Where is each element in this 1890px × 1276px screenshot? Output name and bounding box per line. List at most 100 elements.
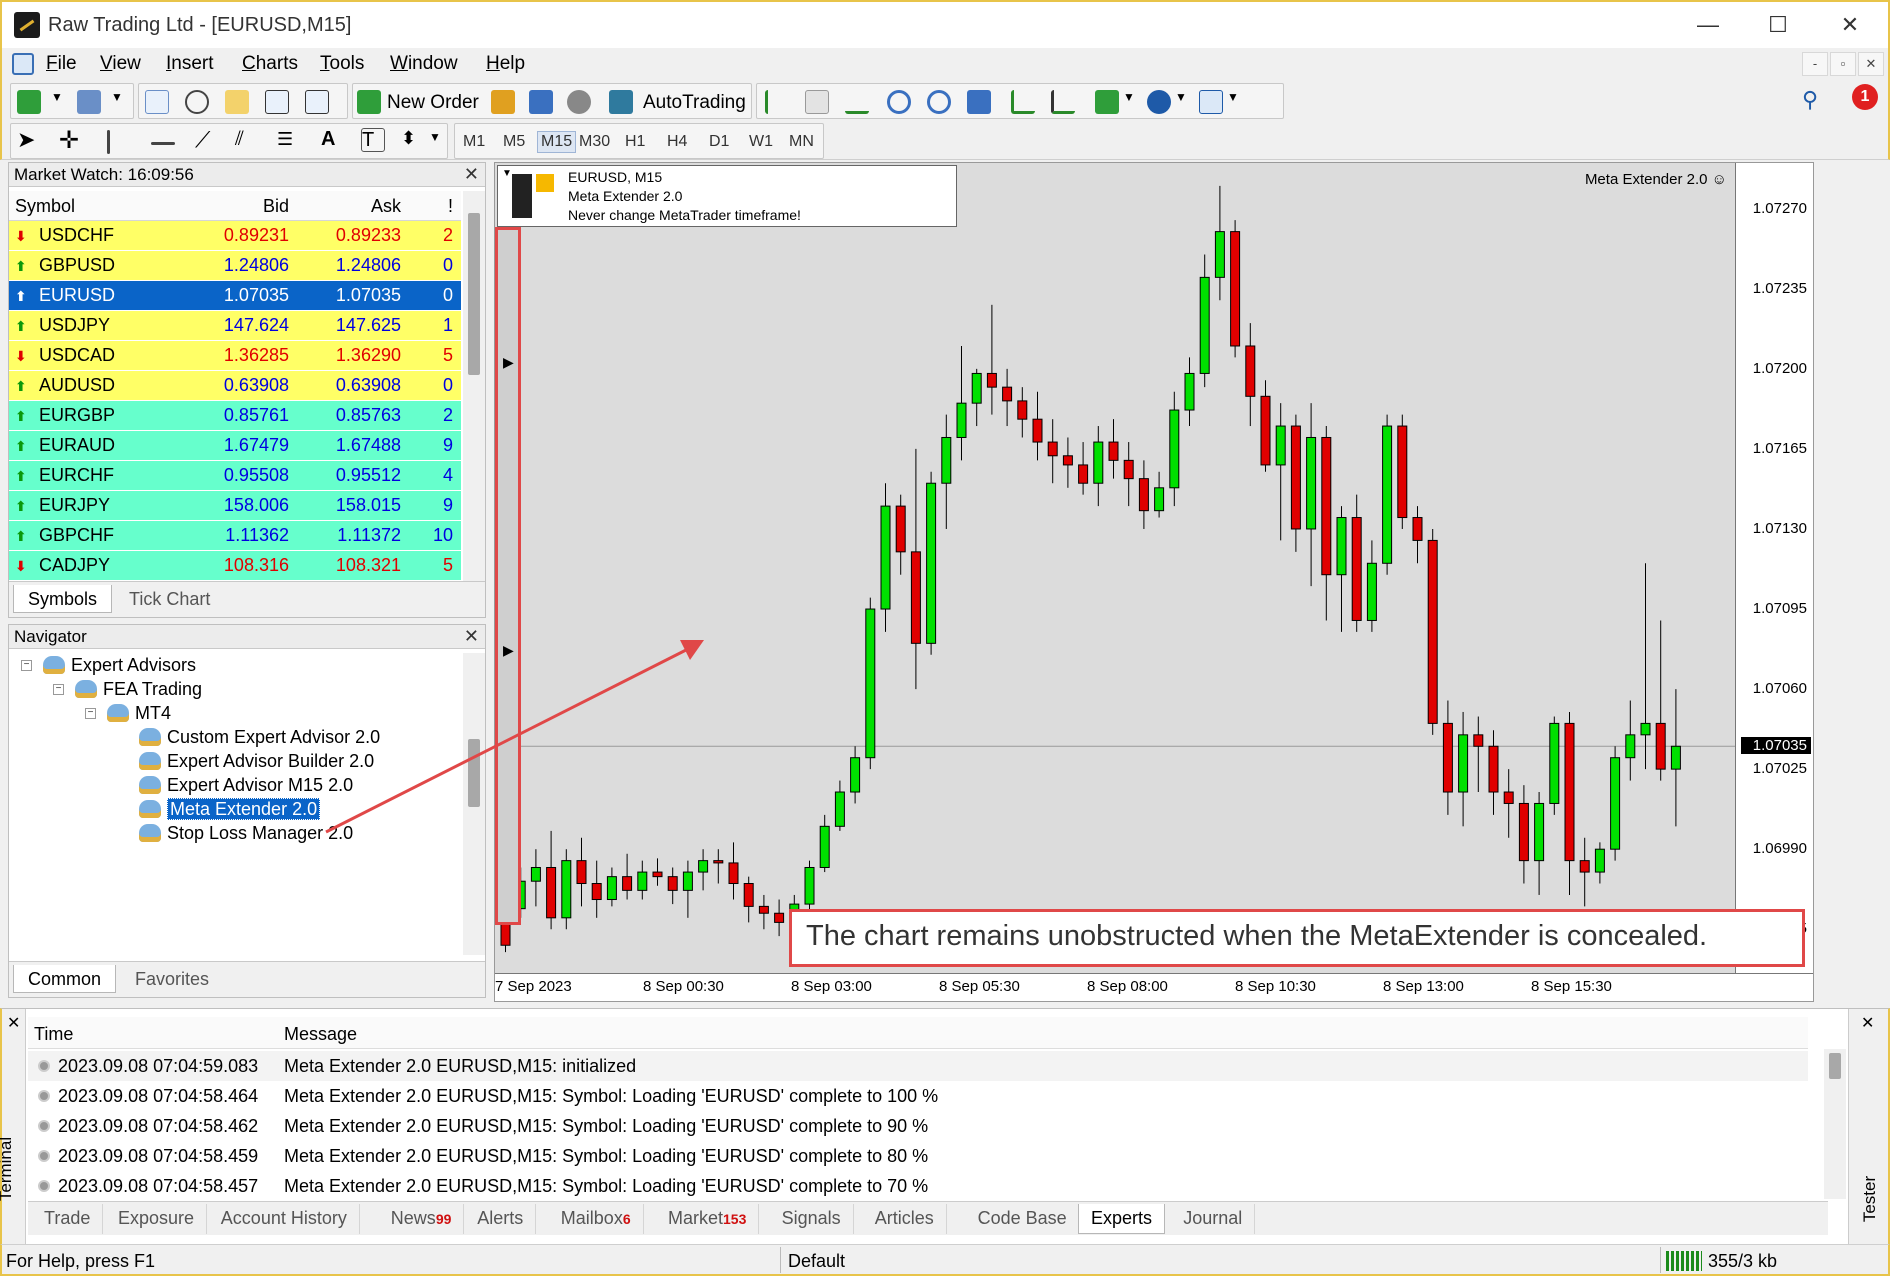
timeframe-mn[interactable]: MN	[789, 133, 814, 151]
log-row[interactable]: 2023.09.08 07:04:58.462 Meta Extender 2.0…	[28, 1111, 1808, 1141]
nav-item-expert-advisor-builder[interactable]: Expert Advisor Builder 2.0	[139, 751, 374, 772]
nav-item-expert-advisor-m15[interactable]: Expert Advisor M15 2.0	[139, 775, 353, 796]
chart-shift-icon[interactable]	[1051, 90, 1075, 114]
nav-item-stop-loss-manager[interactable]: Stop Loss Manager 2.0	[139, 823, 353, 844]
chat-icon[interactable]	[529, 90, 553, 114]
market-watch-row[interactable]: ⬆ EURGBP 0.85761 0.85763 2	[9, 401, 461, 431]
ea-info-box[interactable]: ▼ EURUSD, M15 Meta Extender 2.0 Never ch…	[497, 165, 957, 227]
status-profile[interactable]: Default	[788, 1251, 845, 1272]
tab-code-base[interactable]: Code Base	[966, 1204, 1080, 1234]
timeframe-m1[interactable]: M1	[463, 133, 485, 151]
tab-articles[interactable]: Articles	[863, 1204, 947, 1234]
expand-arrow-icon[interactable]: ▶	[503, 354, 514, 371]
zoom-out-icon[interactable]	[927, 90, 951, 114]
scrollbar-thumb[interactable]	[1829, 1053, 1841, 1079]
autotrading-button[interactable]: AutoTrading	[643, 92, 746, 114]
templates-icon[interactable]	[1199, 90, 1223, 114]
tab-account-history[interactable]: Account History	[209, 1204, 360, 1234]
menu-window[interactable]: Window	[390, 53, 458, 75]
search-icon[interactable]: ⚲	[1802, 87, 1818, 113]
market-watch-row[interactable]: ⬆ GBPCHF 1.11362 1.11372 10	[9, 521, 461, 551]
bar-chart-icon[interactable]	[765, 90, 789, 114]
mdi-minimize-button[interactable]: -	[1802, 52, 1828, 76]
tab-symbols[interactable]: Symbols	[13, 585, 113, 613]
terminal-icon[interactable]	[265, 90, 289, 114]
fibonacci-icon[interactable]: ☰	[277, 129, 301, 153]
indicators-icon[interactable]	[1095, 90, 1119, 114]
close-icon[interactable]: ✕	[1861, 1013, 1874, 1033]
nav-item-custom-expert-advisor[interactable]: Custom Expert Advisor 2.0	[139, 727, 380, 748]
column-symbol[interactable]: Symbol	[15, 196, 75, 217]
cursor-icon[interactable]: ➤	[17, 127, 41, 152]
column-bid[interactable]: Bid	[263, 196, 289, 217]
market-watch-icon[interactable]	[145, 90, 169, 114]
market-watch-row[interactable]: ⬇ USDCAD 1.36285 1.36290 5	[9, 341, 461, 371]
menu-insert[interactable]: Insert	[166, 53, 214, 75]
tab-journal[interactable]: Journal	[1171, 1204, 1256, 1234]
tab-exposure[interactable]: Exposure	[106, 1204, 208, 1234]
timeframe-m15[interactable]: M15	[537, 131, 577, 153]
navigator-scrollbar[interactable]	[463, 653, 485, 955]
tab-signals[interactable]: Signals	[770, 1204, 854, 1234]
scrollbar-thumb[interactable]	[468, 213, 480, 375]
document-icon[interactable]	[12, 53, 34, 75]
timeframe-m5[interactable]: M5	[503, 133, 525, 151]
arrows-icon[interactable]: ⬍	[401, 128, 425, 152]
new-order-button[interactable]: New Order	[387, 92, 479, 114]
log-row[interactable]: 2023.09.08 07:04:58.457 Meta Extender 2.0…	[28, 1171, 1808, 1201]
chevron-down-icon[interactable]: ▼	[1227, 90, 1239, 114]
horizontal-line-icon[interactable]	[151, 142, 175, 145]
tab-common[interactable]: Common	[13, 965, 117, 993]
chevron-down-icon[interactable]: ▼	[51, 90, 63, 114]
market-watch-row[interactable]: ⬆ EURCHF 0.95508 0.95512 4	[9, 461, 461, 491]
trendline-icon[interactable]: ⟋	[195, 127, 219, 152]
mdi-restore-button[interactable]: ▫	[1830, 52, 1856, 76]
candlestick-chart[interactable]	[495, 163, 1814, 1002]
tab-mailbox[interactable]: Mailbox6	[549, 1204, 644, 1234]
market-watch-row[interactable]: ⬆ USDJPY 147.624 147.625 1	[9, 311, 461, 341]
chevron-down-icon[interactable]: ▼	[429, 130, 441, 154]
navigator-icon[interactable]	[225, 90, 249, 114]
chart-window[interactable]: 1.07270 1.07235 1.07200 1.07165 1.07130 1.070…	[494, 162, 1814, 1002]
timeframe-m30[interactable]: M30	[579, 133, 610, 151]
tester-side-label[interactable]: Tester	[1860, 1176, 1880, 1222]
tab-alerts[interactable]: Alerts	[465, 1204, 537, 1234]
chevron-down-icon[interactable]: ▼	[502, 168, 512, 179]
time-axis[interactable]: 7 Sep 2023 8 Sep 00:30 8 Sep 03:00 8 Sep 05…	[495, 973, 1813, 1001]
scrollbar-thumb[interactable]	[468, 739, 480, 807]
tile-windows-icon[interactable]	[967, 90, 991, 114]
menu-tools[interactable]: Tools	[320, 53, 364, 75]
chevron-down-icon[interactable]: ▼	[111, 90, 123, 114]
column-count[interactable]: !	[448, 196, 453, 217]
terminal-scrollbar[interactable]	[1824, 1049, 1846, 1199]
candlestick-icon[interactable]	[805, 90, 829, 114]
timeframe-h1[interactable]: H1	[625, 133, 645, 151]
tab-market[interactable]: Market153	[656, 1204, 760, 1234]
expand-arrow-icon[interactable]: ▶	[503, 642, 514, 659]
collapse-icon[interactable]: −	[53, 684, 64, 695]
menu-charts[interactable]: Charts	[242, 53, 298, 75]
meta-extender-side-panel[interactable]: ▶ ▶	[495, 227, 521, 925]
tab-tick-chart[interactable]: Tick Chart	[115, 585, 224, 613]
collapse-icon[interactable]: −	[85, 708, 96, 719]
crosshair-icon[interactable]: ✛	[59, 126, 83, 154]
market-watch-row[interactable]: ⬆ EURJPY 158.006 158.015 9	[9, 491, 461, 521]
nav-node-fea-trading[interactable]: FEA Trading	[75, 679, 202, 700]
market-watch-row[interactable]: ⬆ EURAUD 1.67479 1.67488 9	[9, 431, 461, 461]
menu-view[interactable]: View	[100, 53, 141, 75]
profiles-icon[interactable]	[77, 90, 101, 114]
mdi-close-button[interactable]: ✕	[1858, 52, 1884, 76]
channel-icon[interactable]: ⫽	[235, 128, 259, 152]
timeframe-h4[interactable]: H4	[667, 133, 687, 151]
tab-experts[interactable]: Experts	[1078, 1204, 1166, 1234]
text-label-icon[interactable]: T	[361, 128, 385, 152]
vertical-line-icon[interactable]	[107, 130, 110, 154]
maximize-button[interactable]: ☐	[1750, 8, 1806, 42]
metaeditor-icon[interactable]	[491, 90, 515, 114]
menu-file[interactable]: File	[46, 53, 77, 75]
menu-help[interactable]: Help	[486, 53, 525, 75]
close-icon[interactable]: ✕	[464, 626, 479, 647]
text-icon[interactable]: A	[321, 128, 345, 152]
close-button[interactable]: ✕	[1822, 8, 1878, 42]
auto-scroll-icon[interactable]	[1011, 90, 1035, 114]
